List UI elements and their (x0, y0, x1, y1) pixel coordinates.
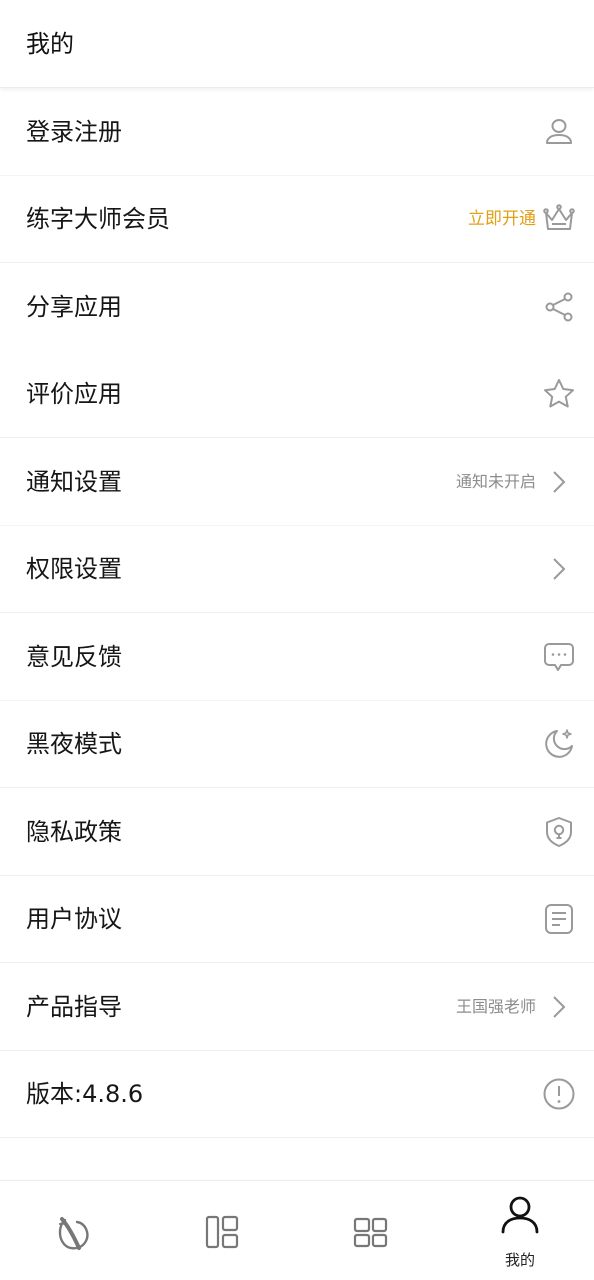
menu-item-permission[interactable]: 权限设置 (0, 526, 594, 613)
menu-item-dark-mode[interactable]: 黑夜模式 (0, 701, 594, 788)
divider (0, 1137, 594, 1138)
page-title: 我的 (26, 30, 74, 58)
menu-item-label: 用户协议 (26, 905, 122, 934)
menu-item-privacy[interactable]: 隐私政策 (0, 788, 594, 876)
brush-icon (58, 1217, 89, 1250)
tab-label: 我的 (504, 1251, 535, 1269)
crown-icon (542, 202, 576, 236)
menu-item-agreement[interactable]: 用户协议 (0, 876, 594, 963)
grid-icon (353, 1217, 388, 1248)
chevron-right-icon (542, 990, 576, 1024)
menu-item-notify[interactable]: 通知设置 通知未开启 (0, 438, 594, 526)
menu-item-feedback[interactable]: 意见反馈 (0, 613, 594, 701)
menu-item-guide[interactable]: 产品指导 王国强老师 (0, 963, 594, 1051)
menu-item-label: 版本:4.8.6 (26, 1080, 144, 1109)
notify-status: 通知未开启 (455, 471, 536, 491)
menu-item-label: 通知设置 (26, 467, 122, 496)
menu-item-label: 意见反馈 (26, 642, 122, 671)
bottom-tab-bar: 我的 (0, 1180, 594, 1280)
moon-icon (542, 727, 576, 761)
tab-grid[interactable] (296, 1181, 444, 1280)
layout-icon (205, 1215, 239, 1249)
chevron-right-icon (542, 465, 576, 499)
menu-item-version[interactable]: 版本:4.8.6 (0, 1051, 594, 1138)
vip-open-link[interactable]: 立即开通 (468, 208, 536, 230)
menu-item-vip[interactable]: 练字大师会员 立即开通 (0, 176, 594, 263)
menu-item-label: 登录注册 (26, 117, 122, 146)
chat-icon (542, 640, 576, 674)
menu-item-label: 黑夜模式 (26, 730, 122, 759)
tab-home[interactable] (0, 1181, 148, 1280)
menu-item-label: 产品指导 (26, 992, 122, 1021)
menu-item-login[interactable]: 登录注册 (0, 88, 594, 176)
star-icon (542, 377, 576, 411)
header: 我的 (0, 0, 594, 88)
menu-item-rate[interactable]: 评价应用 (0, 351, 594, 438)
menu-item-label: 练字大师会员 (26, 205, 170, 234)
info-icon (542, 1077, 576, 1111)
menu-item-share[interactable]: 分享应用 (0, 263, 594, 351)
menu-item-label: 隐私政策 (26, 817, 122, 846)
tab-layout[interactable] (148, 1181, 296, 1280)
tab-mine[interactable]: 我的 (446, 1181, 594, 1280)
person-icon (501, 1196, 539, 1234)
menu-item-label: 权限设置 (26, 555, 122, 584)
share-icon (542, 290, 576, 324)
menu-item-label: 评价应用 (26, 380, 122, 409)
user-icon (542, 115, 576, 149)
chevron-right-icon (542, 552, 576, 586)
shield-icon (542, 815, 576, 849)
menu-item-label: 分享应用 (26, 292, 122, 321)
guide-teacher: 王国强老师 (455, 996, 536, 1016)
document-icon (542, 902, 576, 936)
settings-list: 登录注册 练字大师会员 立即开通 分享应用 评价应用 通知设置 通知未开启 权限… (0, 88, 594, 1138)
